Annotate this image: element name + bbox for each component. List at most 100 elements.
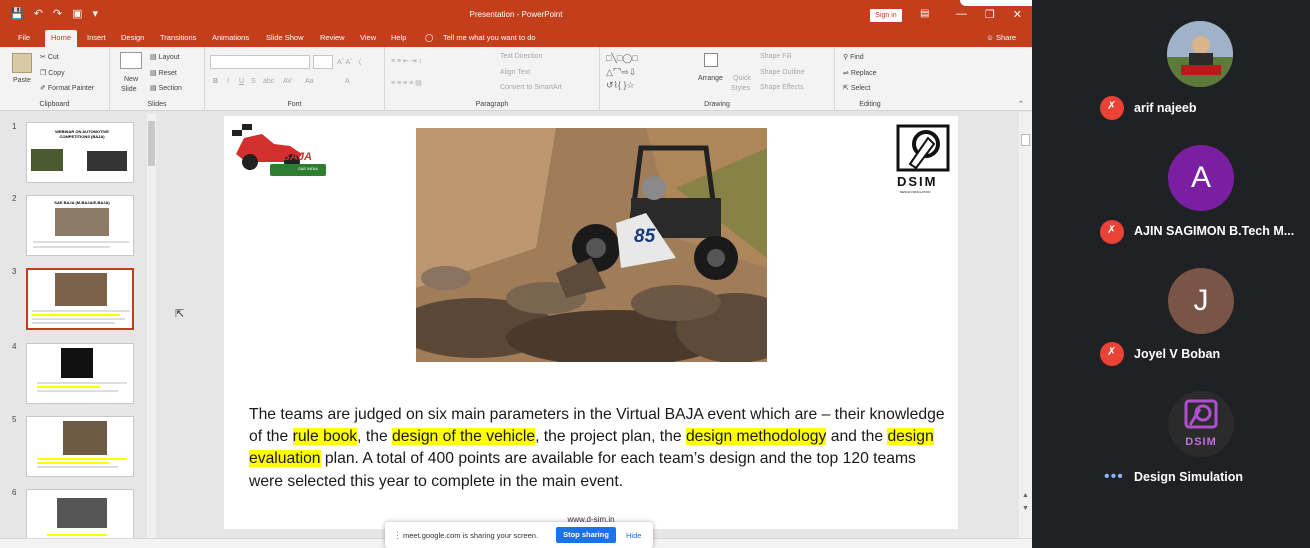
- slide-thumbnail-2[interactable]: SAE BAJA (M-BAJA/E-BAJA): [26, 195, 134, 256]
- slide-thumbnail-3[interactable]: [26, 268, 134, 330]
- change-case-icon[interactable]: Aa: [305, 78, 314, 85]
- select-button[interactable]: ⇱ Select: [843, 84, 870, 92]
- reset-label: Reset: [158, 70, 177, 77]
- bold-icon[interactable]: B: [213, 78, 218, 85]
- arrange-icon[interactable]: [704, 53, 718, 67]
- restore-icon[interactable]: ❐: [985, 8, 995, 21]
- baja-logo-text: BAJA: [282, 151, 312, 163]
- slide-thumbnail-5[interactable]: [26, 416, 134, 477]
- stop-sharing-button[interactable]: Stop sharing: [556, 527, 616, 543]
- italic-icon[interactable]: I: [227, 78, 229, 85]
- font-size-controls-icon[interactable]: Aˆ Aˇ 〈: [337, 57, 362, 67]
- tell-me-input[interactable]: Tell me what you want to do: [443, 33, 536, 42]
- text-run: plan. A total of 400 points are availabl…: [249, 450, 916, 490]
- align-icons[interactable]: ≡ ≡ ≡ ≡ ▤: [391, 79, 422, 87]
- tab-help[interactable]: Help: [391, 33, 406, 42]
- thumb-number: 6: [12, 488, 17, 497]
- tab-view[interactable]: View: [360, 33, 376, 42]
- thumb-image: [55, 273, 107, 306]
- smartart-button[interactable]: Convert to SmartArt: [500, 84, 562, 91]
- slide-canvas[interactable]: BAJA SAE INDIA 85 DSIM DESIGN SIMULATION…: [224, 116, 958, 529]
- sign-in-button[interactable]: Sign in: [870, 9, 902, 22]
- scissors-icon: ✂: [40, 54, 48, 61]
- hide-button[interactable]: Hide: [626, 531, 641, 540]
- layout-label: Layout: [158, 54, 180, 61]
- shape-fill-button[interactable]: Shape Fill: [760, 53, 791, 60]
- slide-scrollbar[interactable]: ▲ ▼: [1019, 112, 1032, 538]
- cut-button[interactable]: ✂ Cut: [40, 53, 59, 61]
- tab-file[interactable]: File: [18, 33, 30, 42]
- tab-design[interactable]: Design: [121, 33, 144, 42]
- shapes-gallery-row2[interactable]: △⌜⌝⇨⇩: [606, 67, 636, 78]
- thumb-number: 2: [12, 194, 17, 203]
- shadow-icon[interactable]: S: [251, 78, 256, 85]
- strikethrough-icon[interactable]: abc: [263, 78, 274, 85]
- scrollbar-thumb[interactable]: [1021, 134, 1030, 146]
- layout-button[interactable]: ▤ Layout: [150, 53, 180, 61]
- scrollbar-thumb[interactable]: [148, 121, 155, 166]
- shapes-gallery-row3[interactable]: ↺⌇{ }☆: [606, 80, 635, 91]
- slide-thumbnail-1[interactable]: WEBINAR ON AUTOMOTIVE COMPETITIONS (BAJA…: [26, 122, 134, 183]
- slide-thumbnail-4[interactable]: [26, 343, 134, 404]
- underline-icon[interactable]: U: [239, 78, 244, 85]
- font-family-dropdown[interactable]: [210, 55, 310, 69]
- lightbulb-icon: ◯: [425, 33, 434, 42]
- text-run: , the project plan, the: [535, 428, 686, 446]
- cut-label: Cut: [47, 54, 59, 61]
- drag-handle-icon[interactable]: ⋮: [393, 530, 402, 541]
- thumb-number: 1: [12, 122, 17, 131]
- new-slide-button-line2[interactable]: Slide: [121, 86, 137, 93]
- font-color-icon[interactable]: A: [345, 78, 350, 85]
- thumb-image: [61, 348, 93, 378]
- drawing-group: □╲□◯□ △⌜⌝⇨⇩ ↺⌇{ }☆ Arrange Quick Styles …: [600, 47, 835, 111]
- minimize-icon[interactable]: —: [956, 8, 967, 21]
- reset-button[interactable]: ▤ Reset: [150, 69, 177, 77]
- avatar-photo: [1167, 21, 1233, 87]
- editing-group: ⚲ Find ⇌ Replace ⇱ Select Editing: [835, 47, 905, 111]
- thumb-text-lines: [32, 310, 130, 324]
- text-direction-button[interactable]: Text Direction: [500, 53, 542, 60]
- arrange-button[interactable]: Arrange: [698, 75, 723, 82]
- find-button[interactable]: ⚲ Find: [843, 53, 864, 61]
- tab-slide-show[interactable]: Slide Show: [266, 33, 304, 42]
- format-painter-button[interactable]: ✐ Format Painter: [40, 84, 94, 92]
- paste-button[interactable]: Paste: [13, 77, 31, 84]
- font-size-dropdown[interactable]: [313, 55, 333, 69]
- thumbnail-scrollbar[interactable]: [147, 113, 156, 543]
- char-spacing-icon[interactable]: AV: [283, 78, 292, 85]
- align-text-button[interactable]: Align Text: [500, 69, 530, 76]
- tab-insert[interactable]: Insert: [87, 33, 106, 42]
- bullets-icon[interactable]: ≡ ≡ ⇤ ⇥ ↕: [391, 57, 422, 65]
- quick-styles-button[interactable]: Quick: [733, 75, 751, 82]
- next-slide-icon[interactable]: ▼: [1022, 505, 1029, 512]
- tab-animations[interactable]: Animations: [212, 33, 249, 42]
- ribbon-display-icon[interactable]: ▤: [920, 8, 929, 19]
- highlighted-text: rule book: [292, 428, 358, 446]
- shape-outline-button[interactable]: Shape Outline: [760, 69, 804, 76]
- quick-styles-button-line2[interactable]: Styles: [731, 85, 750, 92]
- speaking-indicator-icon: •••: [1104, 468, 1124, 485]
- tab-home[interactable]: Home: [45, 30, 78, 47]
- section-button[interactable]: ▤ Section: [150, 84, 182, 92]
- tab-review[interactable]: Review: [320, 33, 345, 42]
- prev-slide-icon[interactable]: ▲: [1022, 492, 1029, 499]
- shapes-gallery-icon[interactable]: □╲□◯□: [606, 53, 638, 64]
- tab-transitions[interactable]: Transitions: [160, 33, 196, 42]
- replace-button[interactable]: ⇌ Replace: [843, 69, 877, 77]
- thumb-title: WEBINAR ON AUTOMOTIVE COMPETITIONS (BAJA…: [55, 129, 109, 139]
- rock-crawl-image: [416, 128, 767, 362]
- collapse-ribbon-icon[interactable]: ⌃: [1018, 100, 1024, 108]
- new-slide-button[interactable]: New: [124, 76, 138, 83]
- shape-effects-button[interactable]: Shape Effects: [760, 84, 803, 91]
- meet-participants-panel: ✗ arif najeeb A ✗ AJIN SAGIMON B.Tech M.…: [1032, 0, 1310, 548]
- slide-body-text[interactable]: The teams are judged on six main paramet…: [249, 404, 949, 493]
- new-slide-icon[interactable]: [120, 52, 142, 69]
- copy-button[interactable]: ❐ Copy: [40, 69, 65, 77]
- text-run: , the: [357, 428, 393, 446]
- avatar: J: [1168, 268, 1234, 334]
- cursor-icon: ⇱: [843, 85, 851, 92]
- share-button[interactable]: ☺ Share: [986, 33, 1016, 42]
- close-icon[interactable]: ✕: [1013, 8, 1022, 21]
- paste-icon[interactable]: [12, 53, 32, 73]
- avatar: [1167, 21, 1233, 87]
